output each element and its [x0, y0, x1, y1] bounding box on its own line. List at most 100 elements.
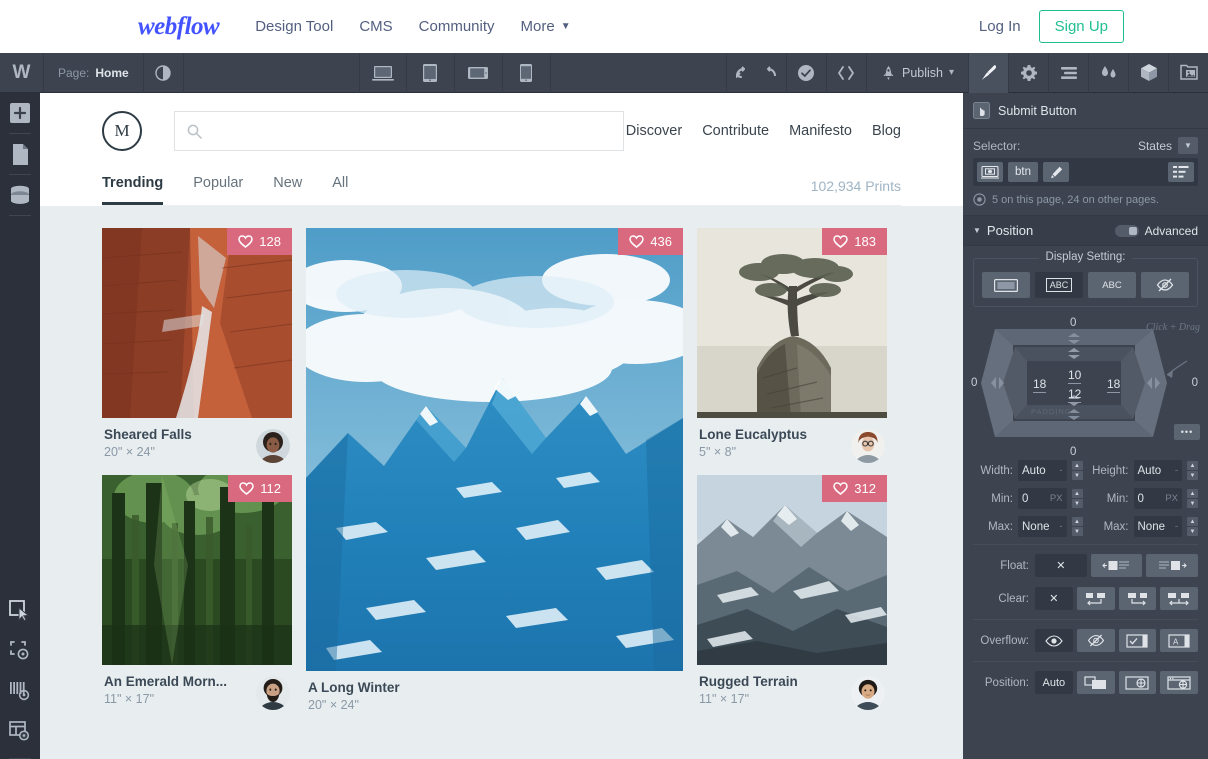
nav-link-design-tool[interactable]: Design Tool: [255, 18, 333, 35]
selector-class-chip[interactable]: btn: [1008, 162, 1038, 182]
code-brackets-icon[interactable]: [826, 53, 866, 93]
max-width-input[interactable]: None -: [1018, 516, 1067, 537]
clear-both-button[interactable]: [1160, 587, 1198, 610]
padding-top-value[interactable]: 10: [1068, 368, 1081, 384]
height-stepper[interactable]: ▲▼: [1187, 460, 1198, 481]
max-height-stepper[interactable]: ▲▼: [1187, 516, 1198, 537]
nav-link-more[interactable]: More ▼: [521, 18, 571, 35]
clear-left-button[interactable]: [1077, 587, 1115, 610]
signup-button[interactable]: Sign Up: [1039, 10, 1124, 43]
avatar[interactable]: [851, 429, 885, 463]
site-nav-blog[interactable]: Blog: [872, 123, 901, 139]
display-none-button[interactable]: [1141, 272, 1189, 298]
avatar[interactable]: [256, 676, 290, 710]
site-nav-manifesto[interactable]: Manifesto: [789, 123, 852, 139]
position-section-header[interactable]: ▼ Position Advanced: [963, 215, 1208, 246]
site-nav-discover[interactable]: Discover: [626, 123, 682, 139]
max-height-input[interactable]: None -: [1134, 516, 1183, 537]
position-fixed-button[interactable]: [1160, 671, 1198, 694]
grid-toggle-icon[interactable]: [0, 670, 40, 710]
box-model-control[interactable]: 0 0 0 0 10 12 18 18 PADDING MARGIN Click…: [969, 319, 1202, 454]
overflow-auto-button[interactable]: A: [1160, 629, 1198, 652]
advanced-toggle-group[interactable]: Advanced: [1115, 224, 1198, 238]
min-height-stepper[interactable]: ▲▼: [1187, 488, 1198, 509]
width-input[interactable]: Auto -: [1018, 460, 1067, 481]
breakpoint-icon[interactable]: [977, 162, 1003, 182]
position-relative-button[interactable]: [1077, 671, 1115, 694]
card-thumbnail[interactable]: 312: [697, 475, 887, 665]
cms-database-icon[interactable]: [0, 175, 40, 215]
like-badge[interactable]: 312: [822, 475, 887, 502]
avatar[interactable]: [256, 429, 290, 463]
tab-assets-image-icon[interactable]: [1168, 53, 1208, 93]
position-absolute-button[interactable]: [1119, 671, 1157, 694]
advanced-toggle[interactable]: [1115, 225, 1139, 237]
device-tablet-icon[interactable]: [407, 53, 455, 93]
display-inline-block-button[interactable]: ABC: [1035, 272, 1083, 298]
card-rugged-terrain[interactable]: 312 Rugged Terrain 11" × 17": [697, 475, 887, 710]
clear-none-button[interactable]: ✕: [1035, 587, 1073, 610]
card-sheared-falls[interactable]: 128 Sheared Falls 20" × 24": [102, 228, 292, 463]
device-mobile-landscape-icon[interactable]: [455, 53, 503, 93]
login-link[interactable]: Log In: [979, 18, 1021, 35]
padding-bottom-value[interactable]: 12: [1068, 387, 1081, 403]
position-auto-button[interactable]: Auto: [1035, 671, 1073, 694]
overflow-hidden-button[interactable]: [1077, 629, 1115, 652]
guides-toggle-icon[interactable]: [0, 630, 40, 670]
box-model-expand-button[interactable]: •••: [1174, 424, 1200, 440]
page-selector[interactable]: Page: Home: [44, 53, 144, 93]
margin-bottom-value[interactable]: 0: [1070, 446, 1076, 458]
pages-icon[interactable]: [0, 134, 40, 174]
like-badge[interactable]: 436: [618, 228, 683, 255]
tab-popular[interactable]: Popular: [193, 175, 243, 205]
float-left-button[interactable]: [1091, 554, 1143, 577]
tab-settings-gear-icon[interactable]: [1008, 53, 1048, 93]
pencil-icon[interactable]: [1043, 162, 1069, 182]
overflow-visible-button[interactable]: [1035, 629, 1073, 652]
max-width-stepper[interactable]: ▲▼: [1072, 516, 1083, 537]
like-badge[interactable]: 112: [228, 475, 292, 502]
card-thumbnail[interactable]: 112: [102, 475, 292, 665]
like-badge[interactable]: 183: [822, 228, 887, 255]
undo-redo-group[interactable]: [726, 53, 786, 93]
site-nav-contribute[interactable]: Contribute: [702, 123, 769, 139]
height-input[interactable]: Auto -: [1134, 460, 1183, 481]
states-chevron-down-icon[interactable]: ▼: [1178, 137, 1198, 154]
tab-all[interactable]: All: [332, 175, 348, 205]
search-input[interactable]: [174, 111, 624, 151]
webflow-mark[interactable]: W: [0, 53, 44, 93]
min-width-stepper[interactable]: ▲▼: [1072, 488, 1083, 509]
site-logo[interactable]: M: [102, 111, 142, 151]
card-thumbnail[interactable]: 436: [306, 228, 683, 671]
card-a-long-winter[interactable]: 436 A Long Winter 20" × 24": [306, 228, 683, 712]
device-mobile-portrait-icon[interactable]: [503, 53, 551, 93]
device-desktop-icon[interactable]: [359, 53, 407, 93]
padding-left-value[interactable]: 18: [1033, 377, 1046, 393]
card-an-emerald-morning[interactable]: 112 An Emerald Morn... 11" × 17": [102, 475, 292, 710]
save-check-icon[interactable]: [786, 53, 826, 93]
states-control[interactable]: States ▼: [1138, 137, 1198, 154]
selector-field[interactable]: btn: [973, 158, 1198, 186]
nav-link-community[interactable]: Community: [419, 18, 495, 35]
select-tool-icon[interactable]: [0, 590, 40, 630]
nav-link-cms[interactable]: CMS: [359, 18, 392, 35]
publish-button[interactable]: Publish ▾: [866, 53, 968, 93]
selector-list-icon[interactable]: [1168, 162, 1194, 182]
overflow-scroll-button[interactable]: [1119, 629, 1157, 652]
min-height-input[interactable]: 0 PX: [1134, 488, 1183, 509]
padding-right-value[interactable]: 18: [1107, 377, 1120, 393]
margin-top-value[interactable]: 0: [1070, 317, 1076, 329]
margin-right-value[interactable]: 0: [1192, 377, 1198, 389]
add-element-icon[interactable]: [0, 93, 40, 133]
card-lone-eucalyptus[interactable]: 183 Lone Eucalyptus 5" × 8": [697, 228, 887, 463]
display-inline-button[interactable]: ABC: [1088, 272, 1136, 298]
tab-navigator-layers-icon[interactable]: [1048, 53, 1088, 93]
like-badge[interactable]: 128: [227, 228, 292, 255]
avatar[interactable]: [851, 676, 885, 710]
card-thumbnail[interactable]: 128: [102, 228, 292, 418]
width-stepper[interactable]: ▲▼: [1072, 460, 1083, 481]
clear-right-button[interactable]: [1119, 587, 1157, 610]
display-block-button[interactable]: [982, 272, 1030, 298]
float-none-button[interactable]: ✕: [1035, 554, 1087, 577]
tab-new[interactable]: New: [273, 175, 302, 205]
